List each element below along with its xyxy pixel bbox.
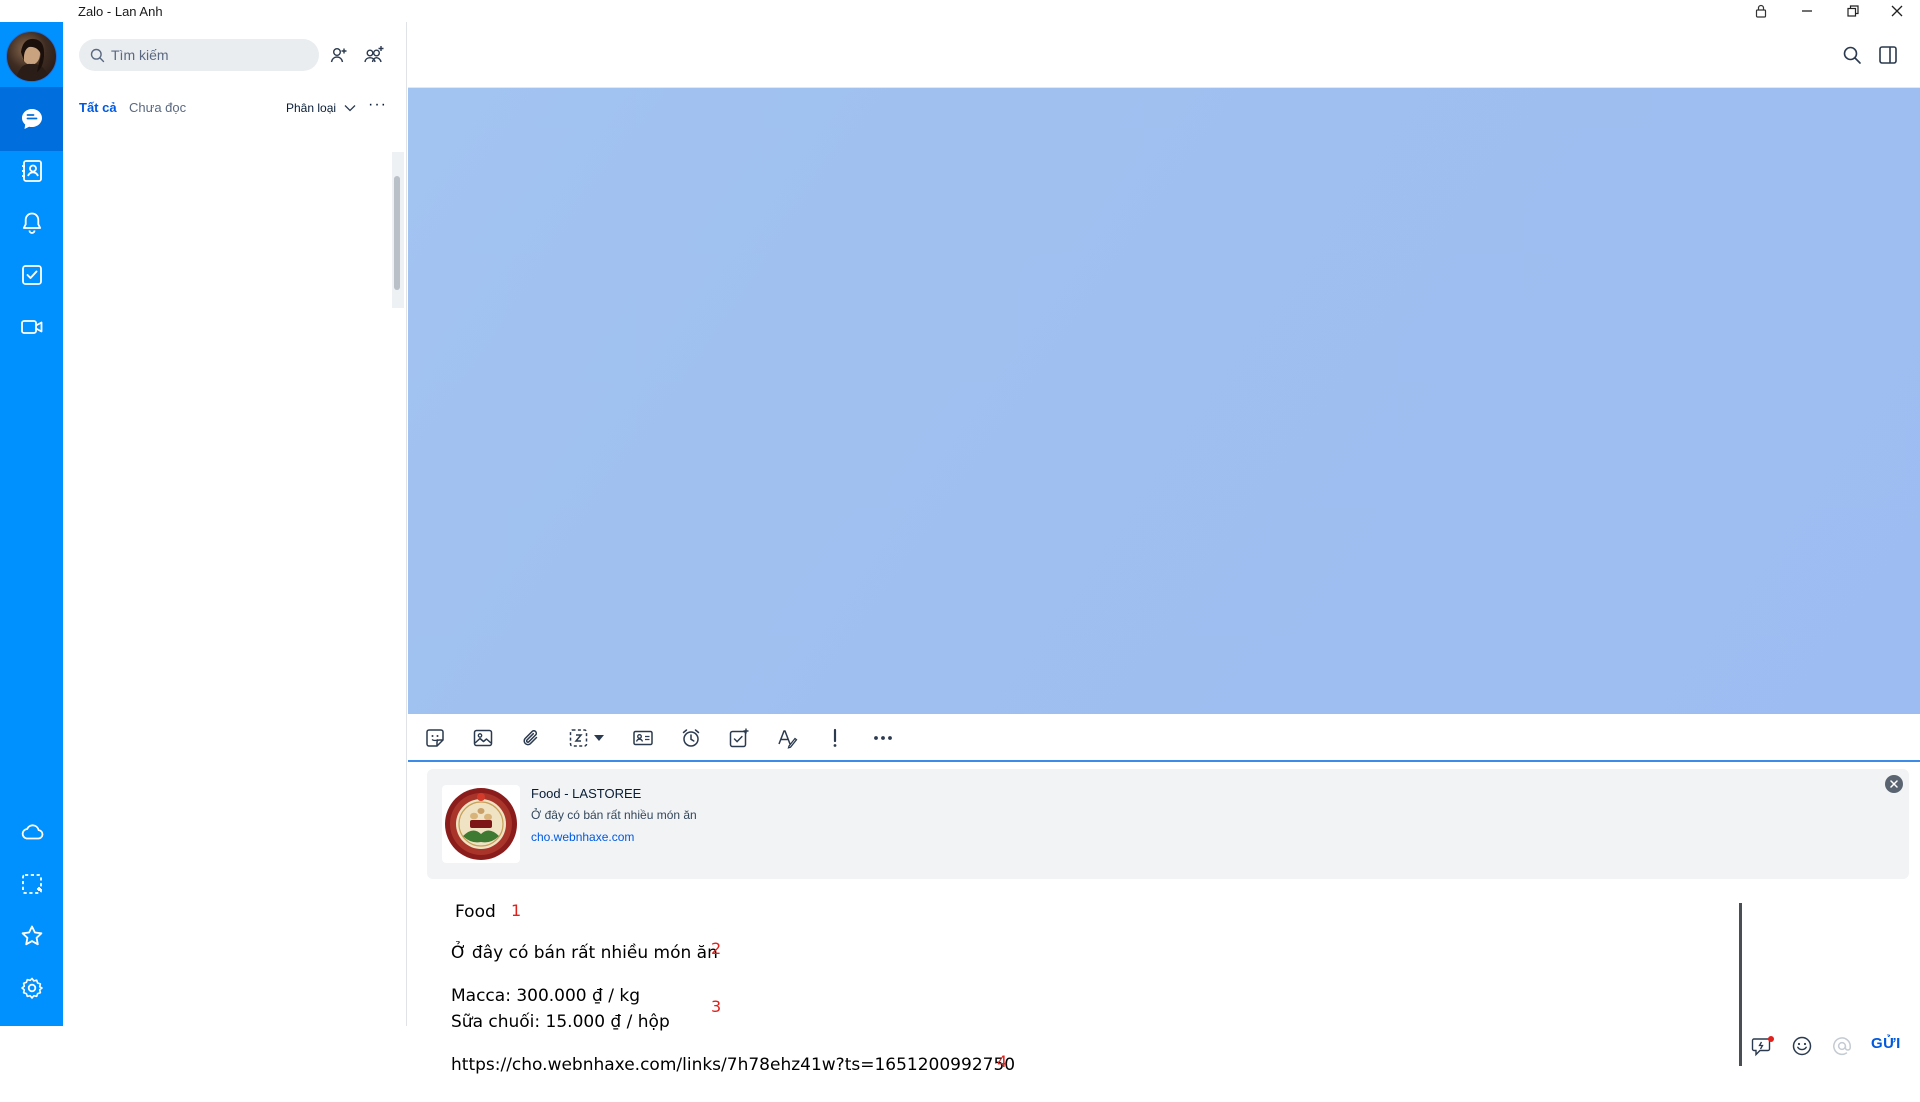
contact-book-icon — [21, 160, 42, 182]
add-friend-button[interactable] — [326, 42, 352, 68]
message-line-5: https://cho.webnhaxe.com/links/7h78ehz41… — [451, 1055, 1016, 1075]
search-icon — [90, 48, 105, 62]
send-button[interactable]: GỬI — [1871, 1035, 1901, 1052]
assign-task-button[interactable] — [724, 724, 754, 752]
close-preview-button[interactable] — [1885, 775, 1903, 793]
sticker-icon — [426, 729, 444, 747]
business-card-icon — [633, 730, 653, 746]
message-input[interactable]: Food 1 Ở đây có bán rất nhiều món ăn 2 M… — [408, 880, 1738, 1080]
checkbox-icon — [21, 265, 42, 285]
preview-domain-link[interactable]: cho.webnhaxe.com — [531, 830, 634, 844]
preview-thumbnail — [442, 785, 520, 863]
business-card-button[interactable] — [628, 724, 658, 752]
text-format-icon — [778, 730, 798, 749]
chat-message-area[interactable] — [408, 88, 1920, 714]
close-icon — [1890, 780, 1898, 788]
nav-settings[interactable] — [0, 956, 63, 1020]
lock-icon[interactable] — [1738, 0, 1784, 22]
task-checkbox-icon — [729, 728, 749, 748]
marker-2: 2 — [711, 939, 722, 958]
classify-label: Phân loại — [286, 101, 337, 115]
cloud-icon — [21, 824, 43, 840]
search-box[interactable] — [79, 39, 319, 71]
preview-description: Ở đây có bán rất nhiều món ăn — [531, 808, 697, 822]
tab-all[interactable]: Tất cả — [79, 100, 117, 115]
image-icon — [473, 729, 493, 747]
chevron-down-icon — [344, 105, 356, 112]
filter-row: Tất cả Chưa đọc Phân loại ··· — [63, 96, 407, 122]
alarm-clock-icon — [682, 729, 700, 747]
caret-down-icon — [594, 735, 604, 741]
product-jar-image — [445, 788, 517, 860]
chat-header — [408, 22, 1920, 88]
emoji-icon — [1792, 1036, 1812, 1056]
conversation-list-panel: Tất cả Chưa đọc Phân loại ··· — [63, 22, 407, 1026]
add-friend-icon — [330, 48, 347, 63]
more-tools-button[interactable] — [868, 724, 898, 752]
avatar[interactable] — [6, 31, 57, 82]
more-dots-icon — [874, 736, 892, 740]
emoji-button[interactable] — [1788, 1033, 1816, 1059]
toggle-side-panel-button[interactable] — [1878, 45, 1902, 69]
quick-message-icon — [1751, 1036, 1774, 1057]
exclamation-icon — [833, 728, 837, 747]
nav-video-call[interactable] — [0, 295, 63, 359]
screen-capture-button[interactable] — [564, 724, 608, 752]
list-scrollbar-thumb[interactable] — [394, 176, 400, 290]
search-input[interactable] — [111, 47, 311, 63]
minimize-button[interactable] — [1784, 0, 1830, 22]
bottom-left-blank — [0, 1026, 408, 1102]
restore-button[interactable] — [1830, 0, 1876, 22]
chat-search-button[interactable] — [1842, 45, 1866, 69]
zcloud-capture-icon — [569, 729, 588, 747]
tab-unread[interactable]: Chưa đọc — [129, 100, 186, 115]
message-line-3: Macca: 300.000 ₫ / kg — [451, 986, 641, 1006]
star-icon — [21, 925, 42, 946]
classify-dropdown[interactable]: Phân loại — [286, 101, 356, 115]
at-sign-icon — [1833, 1037, 1851, 1056]
message-line-4: Sữa chuối: 15.000 ₫ / hộp — [451, 1012, 670, 1032]
title-bar: Zalo - Lan Anh — [0, 0, 1920, 22]
chat-bubble-icon — [21, 109, 42, 129]
paperclip-icon — [523, 730, 538, 746]
urgent-mark-button[interactable] — [820, 724, 850, 752]
reminder-button[interactable] — [676, 724, 706, 752]
marker-1: 1 — [511, 901, 522, 920]
create-group-button[interactable] — [361, 42, 387, 68]
marker-4: 4 — [997, 1052, 1008, 1071]
nav-rail — [0, 22, 63, 1026]
quick-message-button[interactable] — [1749, 1033, 1777, 1059]
message-line-2: Ở đây có bán rất nhiều món ăn — [451, 943, 718, 963]
composer-toolbar — [408, 714, 1920, 762]
side-panel-icon — [1879, 46, 1897, 64]
screenshot-icon — [21, 874, 42, 894]
send-image-button[interactable] — [468, 724, 498, 752]
window-title: Zalo - Lan Anh — [78, 4, 163, 19]
bell-icon — [22, 212, 41, 234]
composer-resize-divider[interactable] — [1739, 903, 1742, 1066]
search-icon — [1843, 46, 1861, 64]
link-preview-card[interactable]: Food - LASTOREE Ở đây có bán rất nhiều m… — [427, 769, 1909, 879]
create-group-icon — [364, 46, 384, 63]
message-line-1: Food — [455, 902, 496, 922]
text-format-button[interactable] — [772, 724, 802, 752]
gear-icon — [20, 977, 43, 999]
list-scrollbar[interactable] — [392, 152, 404, 308]
preview-title: Food - LASTOREE — [531, 786, 642, 801]
zalo-app: Zalo - Lan Anh Tìm kiếm Tất cả Chưa đọc … — [0, 0, 1920, 1102]
mention-button[interactable] — [1828, 1033, 1856, 1059]
sticker-button[interactable] — [420, 724, 450, 752]
close-window-button[interactable] — [1874, 0, 1920, 22]
video-camera-icon — [20, 320, 42, 334]
attach-file-button[interactable] — [516, 724, 546, 752]
more-options-button[interactable]: ··· — [368, 96, 387, 114]
marker-3: 3 — [711, 997, 722, 1016]
